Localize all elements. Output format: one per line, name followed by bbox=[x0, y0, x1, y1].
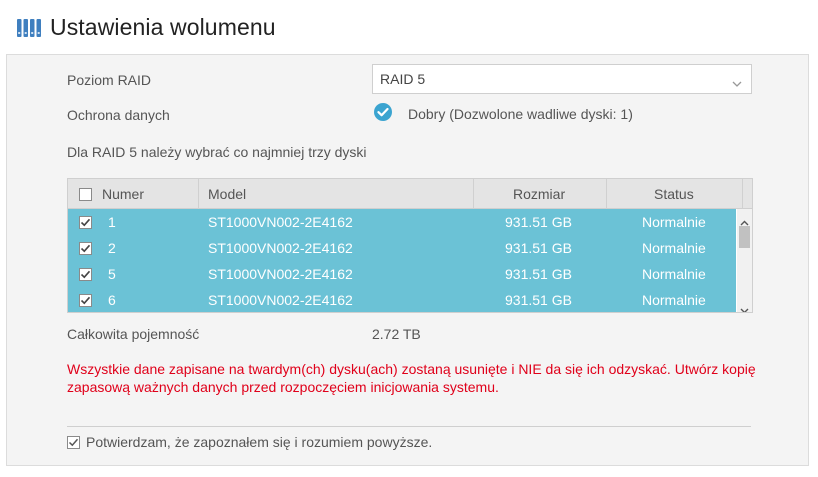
row-model: ST1000VN002-2E4162 bbox=[208, 240, 353, 256]
scroll-down-arrow-icon[interactable] bbox=[740, 301, 749, 312]
row-status: Normalnie bbox=[642, 292, 706, 308]
row-model: ST1000VN002-2E4162 bbox=[208, 266, 353, 282]
table-row[interactable]: 6 ST1000VN002-2E4162 931.51 GB Normalnie bbox=[68, 287, 736, 312]
data-protection-label: Ochrona danych bbox=[67, 107, 170, 123]
page-header: Ustawienia wolumenu bbox=[16, 14, 276, 41]
divider bbox=[67, 426, 751, 427]
column-header-number[interactable]: Numer bbox=[102, 179, 144, 209]
column-header-size[interactable]: Rozmiar bbox=[513, 179, 565, 209]
raid-level-select[interactable]: RAID 5 bbox=[372, 64, 752, 94]
scrollbar-thumb[interactable] bbox=[739, 226, 750, 248]
row-size: 931.51 GB bbox=[505, 214, 572, 230]
row-number: 1 bbox=[108, 214, 116, 230]
table-body: 1 ST1000VN002-2E4162 931.51 GB Normalnie… bbox=[68, 209, 736, 312]
row-checkbox[interactable] bbox=[79, 242, 92, 255]
confirm-label: Potwierdzam, że zapoznałem się i rozumie… bbox=[86, 434, 433, 450]
row-model: ST1000VN002-2E4162 bbox=[208, 292, 353, 308]
table-row[interactable]: 2 ST1000VN002-2E4162 931.51 GB Normalnie bbox=[68, 235, 736, 261]
data-loss-warning: Wszystkie dane zapisane na twardym(ch) d… bbox=[67, 361, 756, 395]
table-header: Numer Model Rozmiar Status bbox=[68, 179, 752, 209]
table-row[interactable]: 1 ST1000VN002-2E4162 931.51 GB Normalnie bbox=[68, 209, 736, 235]
raid-hint-text: Dla RAID 5 należy wybrać co najmniej trz… bbox=[67, 144, 367, 160]
row-checkbox[interactable] bbox=[79, 294, 92, 307]
chevron-down-icon bbox=[732, 75, 742, 91]
row-status: Normalnie bbox=[642, 240, 706, 256]
row-model: ST1000VN002-2E4162 bbox=[208, 214, 353, 230]
raid-level-value: RAID 5 bbox=[380, 71, 426, 87]
row-status: Normalnie bbox=[642, 214, 706, 230]
select-all-checkbox[interactable] bbox=[79, 188, 92, 201]
raid-level-label: Poziom RAID bbox=[67, 72, 152, 88]
row-number: 2 bbox=[108, 240, 116, 256]
row-checkbox[interactable] bbox=[79, 268, 92, 281]
confirm-checkbox-row[interactable]: Potwierdzam, że zapoznałem się i rozumie… bbox=[67, 434, 432, 450]
row-size: 931.51 GB bbox=[505, 266, 572, 282]
row-checkbox[interactable] bbox=[79, 216, 92, 229]
row-number: 6 bbox=[108, 292, 116, 308]
column-header-status[interactable]: Status bbox=[654, 179, 694, 209]
row-status: Normalnie bbox=[642, 266, 706, 282]
row-size: 931.51 GB bbox=[505, 240, 572, 256]
table-scrollbar[interactable] bbox=[737, 209, 752, 312]
data-protection-value: Dobry (Dozwolone wadliwe dyski: 1) bbox=[408, 106, 633, 122]
confirm-checkbox[interactable] bbox=[67, 435, 80, 449]
check-circle-icon bbox=[373, 102, 393, 127]
disk-stack-icon bbox=[16, 17, 42, 39]
page-title: Ustawienia wolumenu bbox=[50, 14, 276, 40]
row-size: 931.51 GB bbox=[505, 292, 572, 308]
total-capacity-label: Całkowita pojemność bbox=[67, 326, 200, 342]
row-number: 5 bbox=[108, 266, 116, 282]
disk-table: Numer Model Rozmiar Status 1 ST1000VN002… bbox=[67, 178, 753, 313]
total-capacity-value: 2.72 TB bbox=[372, 326, 421, 342]
table-row[interactable]: 5 ST1000VN002-2E4162 931.51 GB Normalnie bbox=[68, 261, 736, 287]
column-header-model[interactable]: Model bbox=[208, 179, 246, 209]
volume-settings-panel: Poziom RAID RAID 5 Ochrona danych Dobry … bbox=[6, 54, 809, 466]
